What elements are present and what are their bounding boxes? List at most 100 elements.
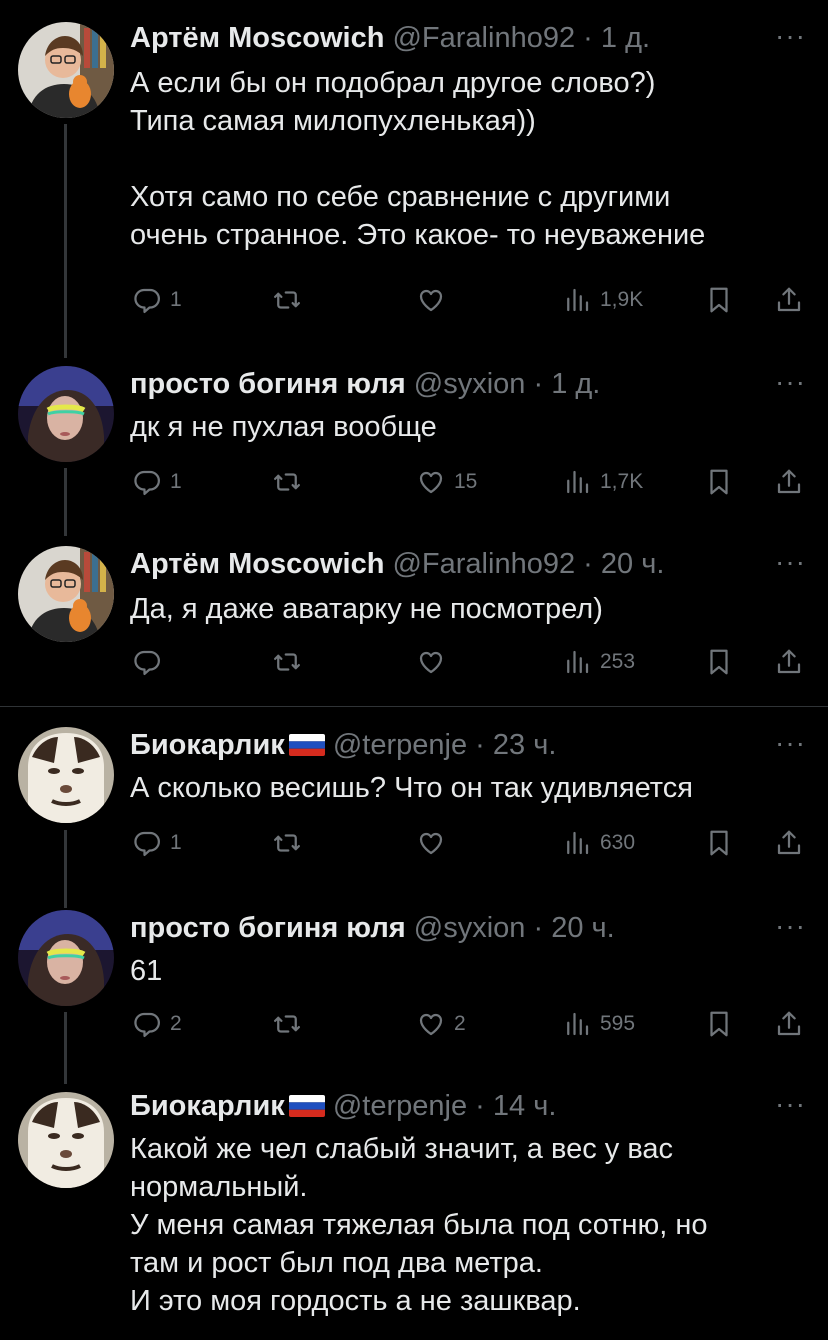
avatar[interactable] xyxy=(18,727,114,823)
like-button[interactable] xyxy=(416,280,454,320)
separator-dot: · xyxy=(475,1090,485,1122)
heart-icon xyxy=(416,467,446,497)
display-name[interactable]: Артём Moscowich xyxy=(130,22,384,54)
views-icon xyxy=(562,467,592,497)
share-button[interactable] xyxy=(774,642,804,682)
avatar[interactable] xyxy=(18,546,114,642)
tweet-text: 61 xyxy=(130,955,163,987)
views-button[interactable]: 1,7K xyxy=(562,462,643,502)
user-handle[interactable]: @syxion xyxy=(414,368,526,400)
bookmark-button[interactable] xyxy=(704,823,734,863)
separator-dot: · xyxy=(533,912,544,944)
bookmark-button[interactable] xyxy=(704,462,734,502)
bookmark-icon xyxy=(704,467,734,497)
tweet-header: просто богиня юля @syxion · 1 д. xyxy=(130,366,768,402)
reply-button[interactable]: 1 xyxy=(132,462,182,502)
reply-button[interactable]: 2 xyxy=(132,1004,182,1044)
separator-dot: · xyxy=(475,729,485,761)
more-options-icon[interactable]: ··· xyxy=(775,910,806,942)
tweet[interactable]: Биокарлик @terpenje · 23 ч. ··· А скольк… xyxy=(0,707,828,902)
reply-count: 1 xyxy=(170,288,182,311)
share-button[interactable] xyxy=(774,823,804,863)
bookmark-button[interactable] xyxy=(704,280,734,320)
tweet-text: Какой же чел слабый значит, а вес у вас … xyxy=(130,1133,708,1317)
tweet[interactable]: Биокарлик @terpenje · 14 ч. ··· Какой же… xyxy=(0,1084,828,1340)
view-count: 1,7K xyxy=(600,470,644,493)
reply-button[interactable]: 1 xyxy=(132,280,182,320)
tweet[interactable]: просто богиня юля @syxion · 20 ч. ··· 61… xyxy=(0,902,828,1084)
share-button[interactable] xyxy=(774,462,804,502)
views-icon xyxy=(562,647,592,677)
reply-button[interactable]: 1 xyxy=(132,823,182,863)
bookmark-icon xyxy=(704,1009,734,1039)
avatar[interactable] xyxy=(18,1092,114,1188)
timestamp[interactable]: 20 ч. xyxy=(551,912,614,944)
bookmark-button[interactable] xyxy=(704,642,734,682)
user-handle[interactable]: @Faralinho92 xyxy=(392,548,575,580)
tweet[interactable]: Артём Moscowich @Faralinho92 · 1 д. ··· … xyxy=(0,0,828,360)
action-bar: 1 15 1,7K xyxy=(0,462,828,502)
retweet-icon xyxy=(272,1009,302,1039)
tweet-header: Биокарлик @terpenje · 14 ч. xyxy=(130,1088,768,1124)
action-bar: 1 1,9K xyxy=(0,280,828,320)
views-icon xyxy=(562,285,592,315)
more-options-icon[interactable]: ··· xyxy=(775,366,806,398)
like-count: 2 xyxy=(454,1012,466,1035)
user-handle[interactable]: @Faralinho92 xyxy=(392,22,575,54)
retweet-icon xyxy=(272,647,302,677)
share-icon xyxy=(774,828,804,858)
tweet[interactable]: Артём Moscowich @Faralinho92 · 20 ч. ···… xyxy=(0,538,828,706)
views-button[interactable]: 595 xyxy=(562,1004,635,1044)
reply-icon xyxy=(132,1009,162,1039)
user-handle[interactable]: @syxion xyxy=(414,912,526,944)
tweet-header: Биокарлик @terpenje · 23 ч. xyxy=(130,727,768,763)
reply-button[interactable] xyxy=(132,642,170,682)
reply-icon xyxy=(132,647,162,677)
display-name[interactable]: Биокарлик xyxy=(130,729,285,761)
display-name[interactable]: просто богиня юля xyxy=(130,368,406,400)
retweet-button[interactable] xyxy=(272,462,302,502)
retweet-button[interactable] xyxy=(272,642,302,682)
timestamp[interactable]: 23 ч. xyxy=(493,729,556,761)
avatar[interactable] xyxy=(18,22,114,118)
like-button[interactable] xyxy=(416,823,454,863)
action-bar: 1 630 xyxy=(0,823,828,863)
heart-icon xyxy=(416,828,446,858)
user-handle[interactable]: @terpenje xyxy=(333,729,467,761)
retweet-button[interactable] xyxy=(272,1004,302,1044)
tweet-text: А сколько весишь? Что он так удивляется xyxy=(130,772,693,804)
views-button[interactable]: 1,9K xyxy=(562,280,643,320)
reply-icon xyxy=(132,285,162,315)
display-name[interactable]: Артём Moscowich xyxy=(130,548,384,580)
more-options-icon[interactable]: ··· xyxy=(775,1088,806,1120)
timestamp[interactable]: 14 ч. xyxy=(493,1090,556,1122)
tweet[interactable]: просто богиня юля @syxion · 1 д. ··· дк … xyxy=(0,360,828,538)
share-button[interactable] xyxy=(774,1004,804,1044)
like-button[interactable]: 2 xyxy=(416,1004,466,1044)
timestamp[interactable]: 20 ч. xyxy=(601,548,664,580)
more-options-icon[interactable]: ··· xyxy=(775,546,806,578)
display-name[interactable]: Биокарлик xyxy=(130,1090,285,1122)
retweet-icon xyxy=(272,467,302,497)
retweet-button[interactable] xyxy=(272,823,302,863)
more-options-icon[interactable]: ··· xyxy=(775,727,806,759)
avatar[interactable] xyxy=(18,910,114,1006)
like-button[interactable]: 15 xyxy=(416,462,477,502)
share-button[interactable] xyxy=(774,280,804,320)
like-button[interactable] xyxy=(416,642,454,682)
more-options-icon[interactable]: ··· xyxy=(775,20,806,52)
views-button[interactable]: 630 xyxy=(562,823,635,863)
timestamp[interactable]: 1 д. xyxy=(551,368,600,400)
bookmark-button[interactable] xyxy=(704,1004,734,1044)
view-count: 1,9K xyxy=(600,288,644,311)
avatar[interactable] xyxy=(18,366,114,462)
views-button[interactable]: 253 xyxy=(562,642,635,682)
tweet-header: просто богиня юля @syxion · 20 ч. xyxy=(130,910,768,946)
user-handle[interactable]: @terpenje xyxy=(333,1090,467,1122)
retweet-button[interactable] xyxy=(272,280,302,320)
display-name[interactable]: просто богиня юля xyxy=(130,912,406,944)
heart-icon xyxy=(416,1009,446,1039)
timestamp[interactable]: 1 д. xyxy=(601,22,650,54)
reply-count: 2 xyxy=(170,1012,182,1035)
separator-dot: · xyxy=(533,368,544,400)
